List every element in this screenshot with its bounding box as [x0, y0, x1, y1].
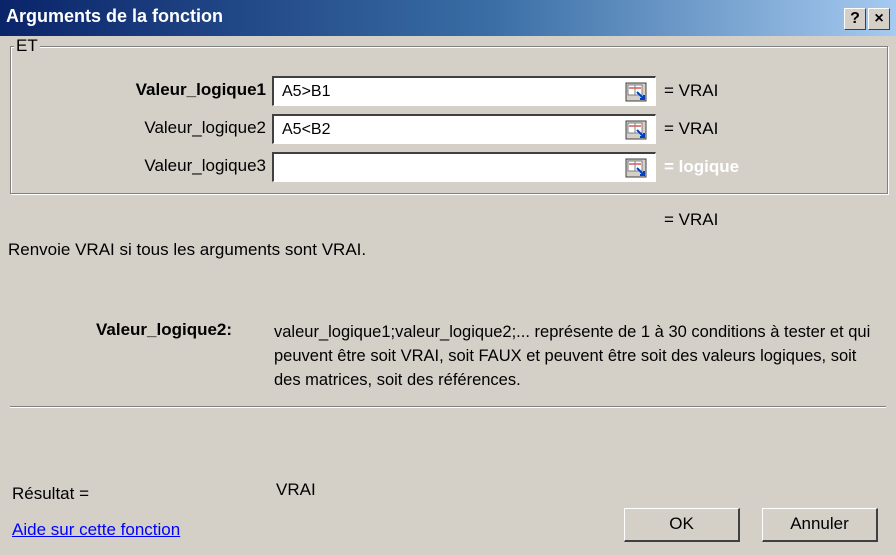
- cancel-button[interactable]: Annuler: [762, 508, 878, 542]
- overall-result: = VRAI: [664, 210, 719, 229]
- arg-help-name: Valeur_logique2:: [96, 320, 233, 339]
- help-link[interactable]: Aide sur cette fonction: [12, 520, 180, 540]
- collapse-dialog-icon[interactable]: [625, 120, 647, 140]
- arg2-value: A5<B2: [282, 121, 331, 138]
- collapse-dialog-icon[interactable]: [625, 82, 647, 102]
- arg-help-text: valeur_logique1;valeur_logique2;... repr…: [274, 323, 871, 389]
- collapse-dialog-icon[interactable]: [625, 158, 647, 178]
- separator: [10, 406, 886, 408]
- function-description: Renvoie VRAI si tous les arguments sont …: [8, 240, 367, 259]
- close-button[interactable]: ×: [868, 8, 890, 30]
- arg1-value: A5>B1: [282, 83, 331, 100]
- arg2-result: = VRAI: [664, 119, 719, 138]
- arg3-label: Valeur_logique3: [144, 156, 266, 175]
- arg2-input[interactable]: A5<B2: [272, 114, 656, 144]
- result-label: Résultat =: [12, 484, 90, 503]
- arg1-input[interactable]: A5>B1: [272, 76, 656, 106]
- arg1-label: Valeur_logique1: [135, 80, 266, 99]
- arg1-result: = VRAI: [664, 81, 719, 100]
- arg3-result: = logique: [664, 157, 740, 176]
- arg3-input[interactable]: [272, 152, 656, 182]
- window-title: Arguments de la fonction: [6, 6, 224, 26]
- result-value: VRAI: [276, 480, 316, 499]
- function-name: ET: [14, 36, 40, 56]
- ok-button[interactable]: OK: [624, 508, 740, 542]
- arg2-label: Valeur_logique2: [144, 118, 266, 137]
- title-bar: Arguments de la fonction ? ×: [0, 0, 896, 36]
- help-button[interactable]: ?: [844, 8, 866, 30]
